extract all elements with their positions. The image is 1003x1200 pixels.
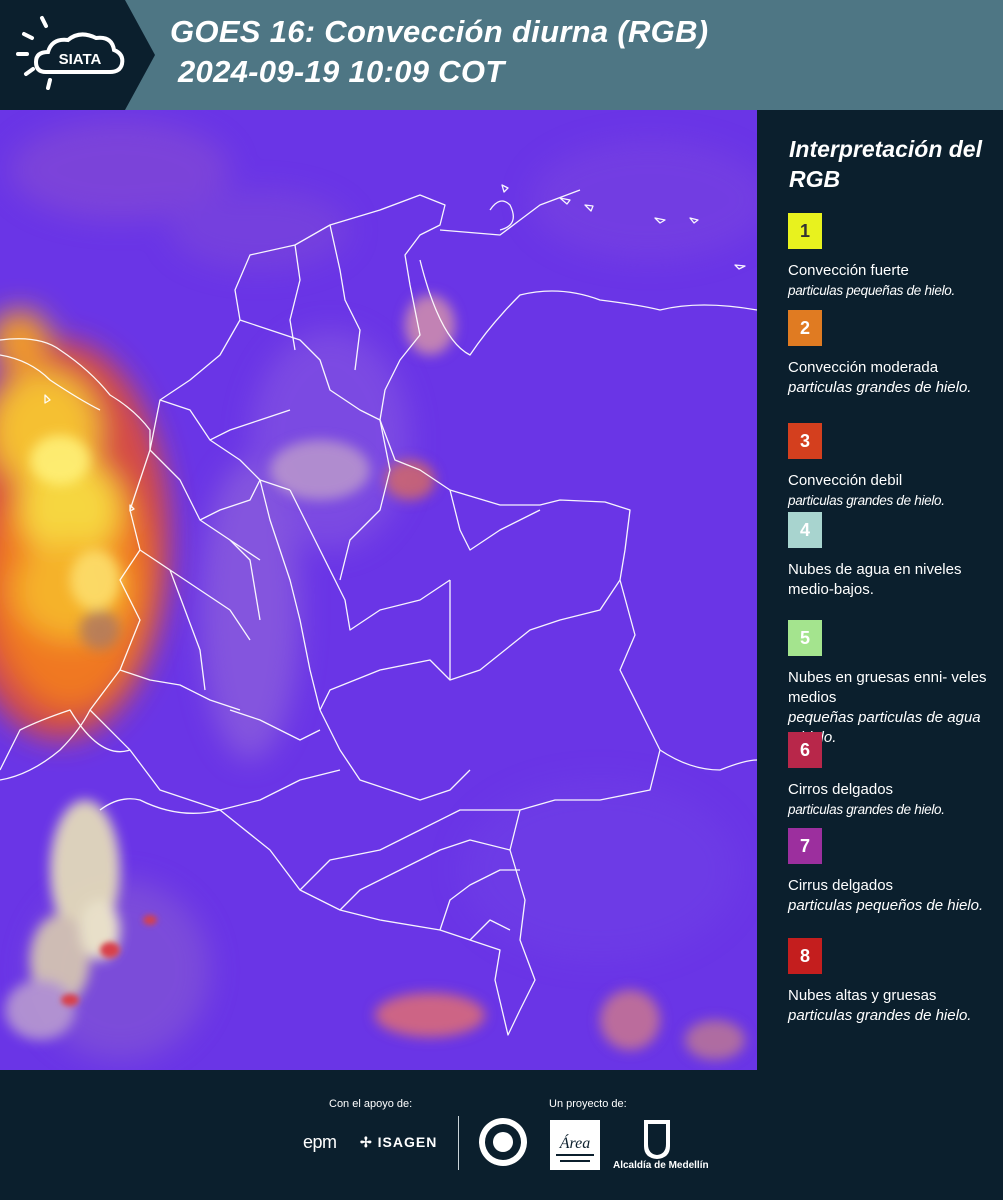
medellin-seal-logo <box>479 1118 527 1166</box>
legend-item-4: 4 Nubes de agua en niveles medio-bajos. <box>788 512 993 600</box>
isagen-logo: ✢ ISAGEN <box>360 1134 437 1151</box>
legend-color-swatch: 5 <box>788 620 822 656</box>
legend-item-name: Cirrus delgados <box>788 877 894 894</box>
alcaldia-logo-text: Alcaldía de Medellín <box>613 1160 709 1171</box>
legend-item-5: 5 Nubes en gruesas enni- veles medios pequ… <box>788 620 993 748</box>
siata-logo-text: SIATA <box>59 51 102 68</box>
footer-divider <box>458 1116 459 1170</box>
isagen-text: ISAGEN <box>377 1134 438 1150</box>
siata-logo: SIATA <box>0 0 155 110</box>
svg-text:Área: Área <box>559 1133 591 1152</box>
legend-color-swatch: 4 <box>788 512 822 548</box>
area-metropolitana-logo: Área <box>550 1120 600 1170</box>
legend-color-swatch: 1 <box>788 213 822 249</box>
legend-item-1: 1 Convección fuerte particulas pequeñas de… <box>788 213 993 301</box>
map-timestamp: 2024-09-19 10:09 COT <box>178 54 505 89</box>
legend-title: Interpretación del RGB <box>789 136 982 192</box>
legend-item-description: particulas grandes de hielo. <box>788 802 945 817</box>
legend-item-description: particulas grandes de hielo. <box>788 493 945 508</box>
legend-item-description: particulas pequeñas de hielo. <box>788 283 955 298</box>
legend-item-8: 8 Nubes altas y gruesas particulas grandes… <box>788 938 993 1026</box>
footer-bar: Con el apoyo de: Un proyecto de: epm ✢ I… <box>0 1070 1003 1200</box>
legend-item-name: Convección debil <box>788 472 903 489</box>
legend-item-description: particulas pequeños de hielo. <box>788 897 984 914</box>
legend-item-name: Nubes en gruesas enni- veles medios <box>788 669 987 706</box>
legend-item-name: Convección moderada <box>788 359 939 376</box>
legend-color-swatch: 6 <box>788 732 822 768</box>
epm-logo: epm <box>303 1132 337 1152</box>
legend-item-description: particulas grandes de hielo. <box>788 1007 972 1024</box>
header-bar: SIATA GOES 16: Convección diurna (RGB) 2… <box>0 0 1003 110</box>
map-title: GOES 16: Convección diurna (RGB) <box>170 14 709 49</box>
legend-item-name: Convección fuerte <box>788 262 909 279</box>
legend-item-3: 3 Convección debil particulas grandes de h… <box>788 423 993 511</box>
alcaldia-shield-logo <box>644 1120 670 1159</box>
isagen-icon: ✢ <box>360 1134 373 1150</box>
legend-panel: Interpretación del RGB 1 Convección fuert… <box>757 110 1003 1070</box>
legend-item-description: particulas grandes de hielo. <box>788 379 972 396</box>
legend-item-name: Nubes de agua en niveles medio-bajos. <box>788 561 962 598</box>
legend-color-swatch: 2 <box>788 310 822 346</box>
legend-item-2: 2 Convección moderada particulas grandes d… <box>788 310 993 398</box>
legend-color-swatch: 8 <box>788 938 822 974</box>
support-label: Con el apoyo de: <box>329 1098 413 1110</box>
satellite-rgb-map <box>0 110 757 1070</box>
legend-color-swatch: 3 <box>788 423 822 459</box>
project-label: Un proyecto de: <box>549 1098 627 1110</box>
legend-item-7: 7 Cirrus delgados particulas pequeños de h… <box>788 828 993 916</box>
legend-item-name: Cirros delgados <box>788 781 894 798</box>
legend-item-6: 6 Cirros delgados particulas grandes de hi… <box>788 732 993 820</box>
legend-item-name: Nubes altas y gruesas <box>788 987 937 1004</box>
legend-color-swatch: 7 <box>788 828 822 864</box>
